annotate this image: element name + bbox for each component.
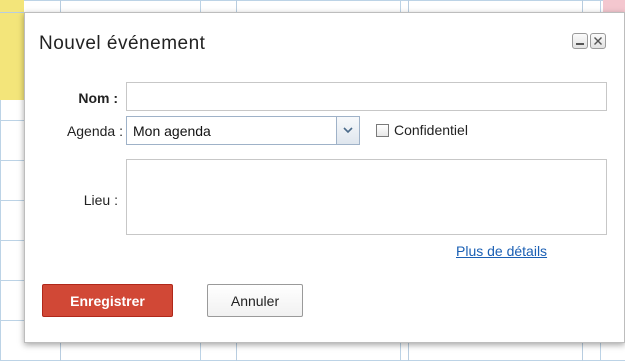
close-icon[interactable] [590, 33, 606, 49]
location-label: Lieu : [83, 192, 118, 208]
private-checkbox[interactable] [376, 124, 389, 137]
dialog-title: Nouvel événement [39, 33, 206, 54]
calendar-label: Agenda : [66, 123, 123, 139]
name-label: Nom : [78, 90, 118, 106]
minimize-icon[interactable] [572, 33, 588, 49]
cancel-button[interactable]: Annuler [207, 284, 303, 317]
location-input[interactable] [126, 159, 607, 235]
name-input[interactable] [126, 82, 607, 111]
calendar-today-highlight [0, 0, 24, 100]
calendar-select-value: Mon agenda [133, 123, 211, 139]
more-details-link[interactable]: Plus de détails [456, 243, 547, 259]
new-event-dialog: Nouvel événement Nom : Agenda : Mon agen… [24, 12, 625, 343]
calendar-page: Nouvel événement Nom : Agenda : Mon agen… [0, 0, 625, 361]
chevron-down-icon[interactable] [336, 117, 359, 144]
save-button[interactable]: Enregistrer [42, 284, 173, 317]
private-label[interactable]: Confidentiel [394, 122, 468, 138]
calendar-select[interactable]: Mon agenda [126, 116, 360, 145]
